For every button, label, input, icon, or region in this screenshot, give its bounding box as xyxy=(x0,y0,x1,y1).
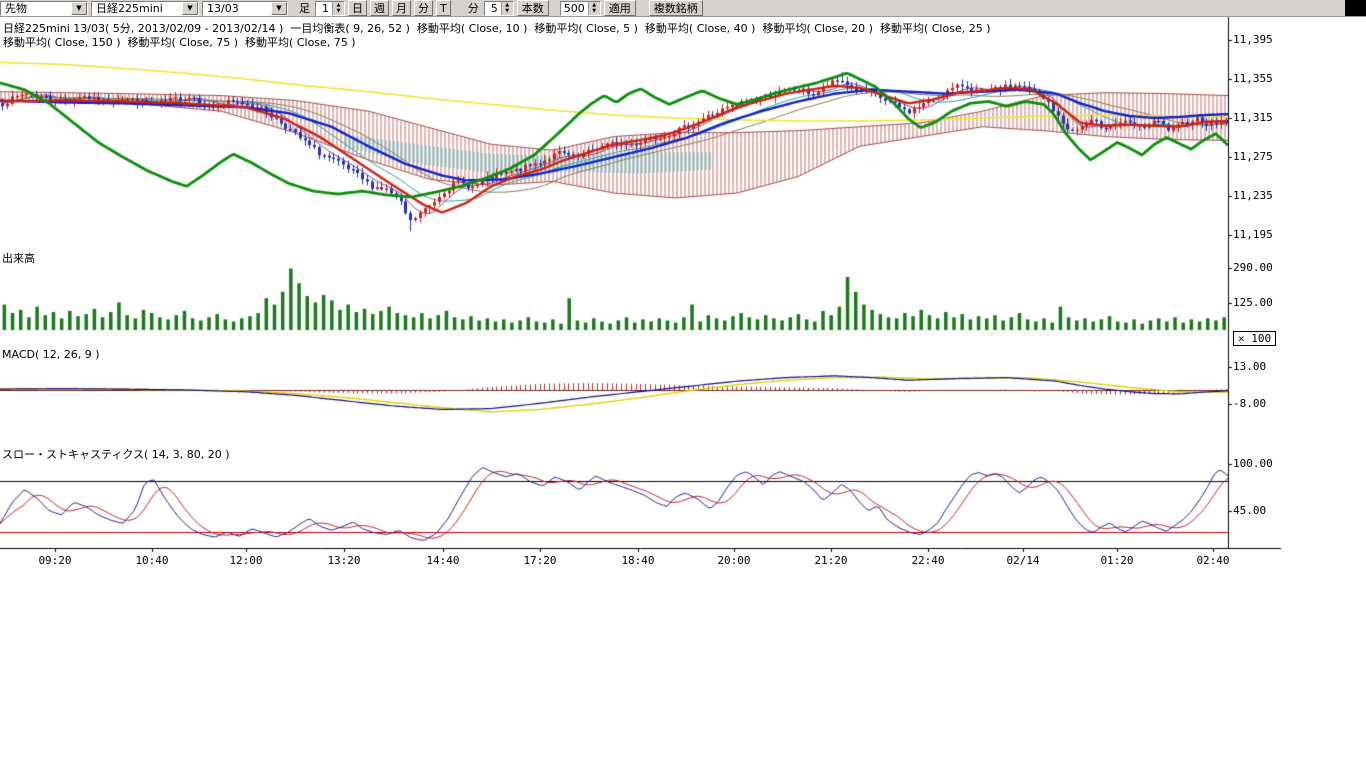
x-axis-tick-label: 21:20 xyxy=(809,554,853,567)
y-axis-tick-label: 290.00 xyxy=(1233,262,1281,274)
chevron-down-icon[interactable]: ▼ xyxy=(271,2,287,15)
bar-type-label: 足 xyxy=(297,1,312,16)
x-axis-tick-label: 02:40 xyxy=(1191,554,1235,567)
chart-application-window: { "toolbar": { "combos": [ {"value": "先物… xyxy=(0,0,1366,768)
y-axis-tick-label: 13.00 xyxy=(1233,361,1281,373)
x-axis-tick-label: 14:40 xyxy=(421,554,465,567)
y-axis-tick-label: 100.00 xyxy=(1233,458,1281,470)
volume-multiplier-badge: × 100 xyxy=(1233,331,1276,346)
chevron-down-icon[interactable]: ▼ xyxy=(182,2,198,15)
instrument-type-dropdown[interactable]: 先物 ▼ xyxy=(0,1,88,16)
interval-spinner[interactable]: 1 ▲▼ xyxy=(315,1,345,16)
y-axis-tick-label: 11,275 xyxy=(1233,151,1281,163)
multi-symbol-button[interactable]: 複数銘柄 xyxy=(649,0,703,16)
symbol-dropdown[interactable]: 日経225mini ▼ xyxy=(91,1,199,16)
instrument-type-value: 先物 xyxy=(1,2,71,15)
toolbar-corner-box xyxy=(1345,0,1366,16)
y-axis-tick-label: 45.00 xyxy=(1233,505,1281,517)
minute-unit-label: 分 xyxy=(466,1,481,16)
period-day-button[interactable]: 日 xyxy=(348,0,367,16)
period-week-button[interactable]: 週 xyxy=(370,0,389,16)
x-axis-tick-label: 20:00 xyxy=(712,554,756,567)
toolbar: 先物 ▼ 日経225mini ▼ 13/03 ▼ 足 1 ▲▼ 日 週 月 分 … xyxy=(0,0,1366,17)
period-minute-button[interactable]: 分 xyxy=(414,0,433,16)
x-axis-tick-label: 12:00 xyxy=(224,554,268,567)
chevron-down-icon[interactable]: ▼ xyxy=(71,2,87,15)
chart-header-line2: 移動平均( Close, 150 ) 移動平均( Close, 75 ) 移動平… xyxy=(3,34,356,50)
symbol-value: 日経225mini xyxy=(92,2,182,15)
y-axis-tick-label: 11,195 xyxy=(1233,229,1281,241)
y-axis-tick-label: 125.00 xyxy=(1233,297,1281,309)
bar-count-button[interactable]: 本数 xyxy=(517,0,549,16)
macd-panel-label: MACD( 12, 26, 9 ) xyxy=(2,348,100,361)
contract-month-dropdown[interactable]: 13/03 ▼ xyxy=(202,1,288,16)
y-axis-tick-label: -8.00 xyxy=(1233,398,1281,410)
bars-spinner[interactable]: 5 ▲▼ xyxy=(484,1,514,16)
spinner-down-icon[interactable]: ▼ xyxy=(589,8,600,14)
x-axis-tick-label: 13:20 xyxy=(322,554,366,567)
contract-month-value: 13/03 xyxy=(203,2,271,15)
volume-panel-label: 出来高 xyxy=(2,250,35,266)
y-axis-tick-label: 11,235 xyxy=(1233,190,1281,202)
y-axis-tick-label: 11,315 xyxy=(1233,112,1281,124)
spinner-down-icon[interactable]: ▼ xyxy=(333,8,344,14)
stoch-panel-label: スロー・ストキャスティクス( 14, 3, 80, 20 ) xyxy=(2,446,230,462)
apply-button[interactable]: 適用 xyxy=(604,0,636,16)
spinner-down-icon[interactable]: ▼ xyxy=(502,8,513,14)
period-month-button[interactable]: 月 xyxy=(392,0,411,16)
x-axis-tick-label: 18:40 xyxy=(616,554,660,567)
x-axis-tick-label: 22:40 xyxy=(906,554,950,567)
y-axis-tick-label: 11,395 xyxy=(1233,34,1281,46)
count-spinner[interactable]: 500 ▲▼ xyxy=(560,1,601,16)
price-chart-canvas[interactable] xyxy=(0,0,1366,620)
count-spinner-value: 500 xyxy=(561,2,588,15)
x-axis-tick-label: 10:40 xyxy=(130,554,174,567)
x-axis-tick-label: 01:20 xyxy=(1095,554,1139,567)
y-axis-tick-label: 11,355 xyxy=(1233,73,1281,85)
interval-spinner-value: 1 xyxy=(316,2,332,15)
x-axis-tick-label: 02/14 xyxy=(1001,554,1045,567)
period-tick-button[interactable]: T xyxy=(436,0,451,16)
bars-spinner-value: 5 xyxy=(485,2,501,15)
x-axis-tick-label: 09:20 xyxy=(33,554,77,567)
x-axis-tick-label: 17:20 xyxy=(518,554,562,567)
